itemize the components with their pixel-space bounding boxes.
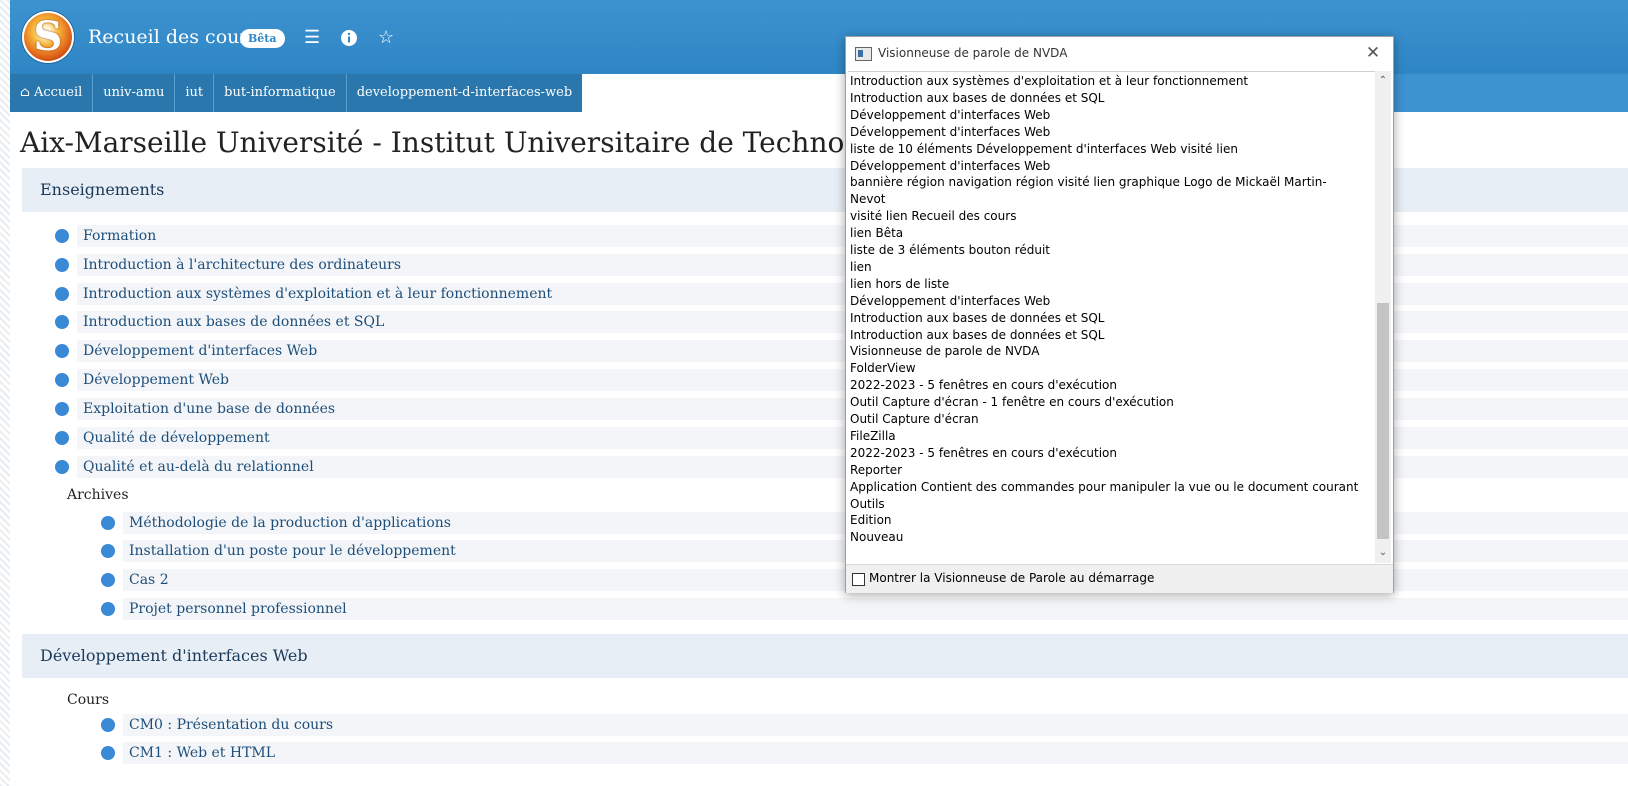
archives-label: Archives xyxy=(67,487,129,503)
list-item[interactable]: CM0 : Présentation du cours xyxy=(101,712,1628,738)
nvda-speech-log[interactable]: Introduction aux systèmes d'exploitation… xyxy=(848,71,1375,564)
section-header-developpement[interactable]: Développement d'interfaces Web xyxy=(22,634,1628,678)
breadcrumb-univ-amu[interactable]: univ-amu xyxy=(93,74,176,112)
nvda-scrollbar[interactable]: ⌃ ⌄ xyxy=(1375,71,1391,563)
show-at-startup-checkbox[interactable] xyxy=(852,573,865,586)
site-logo[interactable]: S xyxy=(22,11,74,63)
beta-badge-link[interactable]: Bêta xyxy=(240,29,285,48)
page-title: Aix-Marseille Université - Institut Univ… xyxy=(20,126,949,159)
breadcrumb-iut[interactable]: iut xyxy=(175,74,215,112)
bars-icon[interactable]: ☰ xyxy=(304,27,320,49)
nvda-log-line: Introduction aux bases de données et SQL xyxy=(850,310,1105,325)
breadcrumb-developpement[interactable]: developpement-d-interfaces-web xyxy=(347,74,583,112)
list-item[interactable]: Projet personnel professionnel xyxy=(101,596,1628,622)
bullet-icon xyxy=(101,746,115,760)
info-circle-icon[interactable] xyxy=(340,27,358,53)
nvda-log-line: Développement d'interfaces Web xyxy=(850,107,1051,122)
nvda-log-line: Introduction aux systèmes d'exploitation… xyxy=(850,74,1249,88)
window-app-icon xyxy=(855,47,872,61)
nvda-log-line: Développement d'interfaces Web xyxy=(850,158,1051,173)
breadcrumb: ⌂ Accueil univ-amu iut but-informatique d… xyxy=(10,74,583,112)
bullet-icon xyxy=(101,544,115,558)
nvda-log-line: lien hors de liste xyxy=(850,276,950,291)
nvda-log-line: bannière région navigation région visité… xyxy=(850,175,1327,190)
list-item[interactable]: CM1 : Web et HTML xyxy=(101,740,1628,766)
bullet-icon xyxy=(55,460,69,474)
nvda-window-title: Visionneuse de parole de NVDA xyxy=(878,46,1068,60)
dragon-logo-icon: S xyxy=(33,13,63,60)
breadcrumb-but-informatique[interactable]: but-informatique xyxy=(214,74,347,112)
nvda-log-line: Introduction aux bases de données et SQL xyxy=(850,90,1105,105)
show-at-startup-label[interactable]: Montrer la Visionneuse de Parole au déma… xyxy=(869,571,1154,585)
nvda-log-line: 2022-2023 - 5 fenêtres en cours d'exécut… xyxy=(850,445,1117,460)
bullet-icon xyxy=(55,431,69,445)
site-title-link[interactable]: Recueil des cours xyxy=(88,26,258,48)
nvda-log-line: liste de 3 éléments bouton réduit xyxy=(850,243,1050,257)
nvda-titlebar[interactable]: Visionneuse de parole de NVDA ✕ xyxy=(846,37,1393,71)
nvda-log-line: Développement d'interfaces Web xyxy=(850,124,1051,139)
breadcrumb-home[interactable]: ⌂ Accueil xyxy=(10,74,94,112)
nvda-log-line: liste de 10 éléments Développement d'int… xyxy=(850,141,1238,156)
bullet-icon xyxy=(101,718,115,732)
nvda-footer: Montrer la Visionneuse de Parole au déma… xyxy=(846,564,1393,593)
bullet-icon xyxy=(101,516,115,530)
nvda-log-line: lien Bêta xyxy=(850,226,904,241)
bullet-icon xyxy=(55,402,69,416)
left-decorative-edge xyxy=(0,0,10,786)
chevron-down-icon[interactable]: ⌄ xyxy=(1375,545,1391,561)
breadcrumb-background xyxy=(1394,74,1628,112)
bullet-icon xyxy=(55,229,69,243)
nvda-log-line: Outil Capture d'écran xyxy=(850,412,979,426)
nvda-log-line: FolderView xyxy=(850,361,916,376)
nvda-log-line: Introduction aux bases de données et SQL xyxy=(850,327,1105,342)
breadcrumb-home-label: Accueil xyxy=(33,85,83,100)
star-outline-icon[interactable]: ☆ xyxy=(378,27,394,49)
nvda-log-line: Outil Capture d'écran - 1 fenêtre en cou… xyxy=(850,395,1174,410)
bullet-icon xyxy=(55,344,69,358)
nvda-log-line: FileZilla xyxy=(850,428,896,443)
nvda-log-line: Outils xyxy=(850,496,885,511)
nvda-log-line: Nouveau xyxy=(850,530,904,545)
nvda-log-line: Reporter xyxy=(850,462,903,477)
home-icon: ⌂ xyxy=(20,85,30,100)
chevron-up-icon[interactable]: ⌃ xyxy=(1375,73,1391,89)
bullet-icon xyxy=(55,287,69,301)
nvda-log-line: Application Contient des commandes pour … xyxy=(850,479,1359,494)
bullet-icon xyxy=(55,373,69,387)
bullet-icon xyxy=(55,315,69,329)
bullet-icon xyxy=(55,258,69,272)
nvda-log-line: 2022-2023 - 5 fenêtres en cours d'exécut… xyxy=(850,378,1117,393)
nvda-log-line: Visionneuse de parole de NVDA xyxy=(850,344,1040,359)
cours-label: Cours xyxy=(67,692,110,708)
nvda-log-line: Développement d'interfaces Web xyxy=(850,293,1051,308)
nvda-speech-viewer-window[interactable]: Visionneuse de parole de NVDA ✕ Introduc… xyxy=(845,36,1394,593)
nvda-log-line: visité lien Recueil des cours xyxy=(850,209,1017,224)
scrollbar-thumb[interactable] xyxy=(1377,303,1389,539)
bullet-icon xyxy=(101,573,115,587)
bullet-icon xyxy=(101,602,115,616)
close-icon[interactable]: ✕ xyxy=(1361,41,1385,65)
nvda-log-line: Edition xyxy=(850,513,892,528)
nvda-log-line: Nevot xyxy=(850,192,886,207)
nvda-log-line: lien xyxy=(850,259,872,274)
